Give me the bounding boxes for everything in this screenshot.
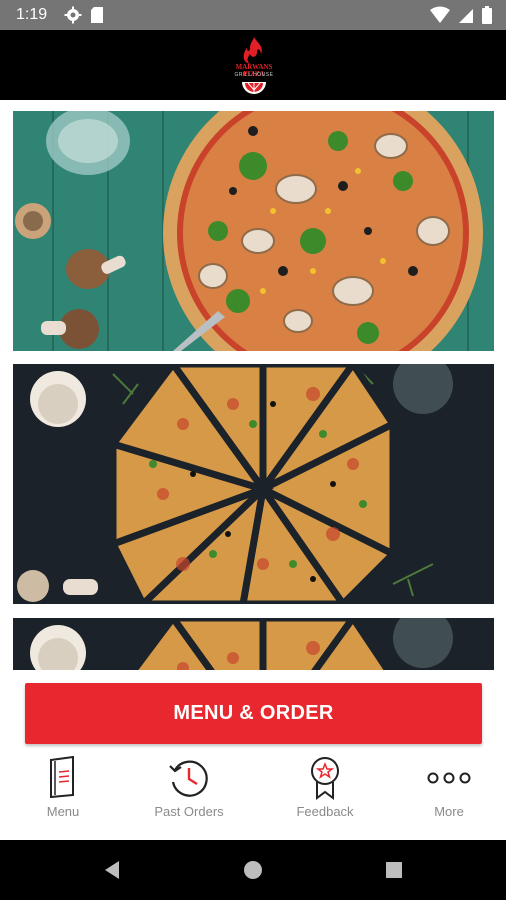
back-icon[interactable] xyxy=(101,859,123,881)
nav-item-more[interactable]: More xyxy=(386,754,506,840)
home-icon[interactable] xyxy=(242,859,264,881)
award-ribbon-icon xyxy=(311,757,339,800)
pizza-photo-sliced[interactable] xyxy=(13,364,494,604)
more-dots-icon xyxy=(427,772,471,784)
pizza-logo-icon xyxy=(242,82,266,94)
app-header: MARWANS PIZZA GRILL HOUSE xyxy=(0,30,506,100)
nav-label-menu: Menu xyxy=(46,804,80,819)
wifi-icon xyxy=(430,6,450,23)
pizza-photo-vegetables[interactable] xyxy=(13,111,494,351)
history-clock-icon xyxy=(169,760,208,797)
menu-and-order-button[interactable]: MENU & ORDER xyxy=(25,683,482,744)
nav-label-more: More xyxy=(434,804,464,819)
menu-book-icon xyxy=(50,756,74,798)
sd-card-icon xyxy=(91,7,103,23)
gear-icon xyxy=(64,6,82,24)
cta-area: MENU & ORDER xyxy=(0,670,506,754)
status-time: 1:19 xyxy=(16,6,48,23)
cell-signal-icon xyxy=(459,9,473,23)
battery-icon xyxy=(482,6,492,24)
nav-label-past-orders: Past Orders xyxy=(154,804,224,819)
bottom-navigation: Menu Past Orders Feedback More xyxy=(0,754,506,841)
restaurant-logo: MARWANS PIZZA GRILL HOUSE xyxy=(228,36,280,96)
nav-label-feedback: Feedback xyxy=(296,804,354,819)
logo-tagline: GRILL HOUSE xyxy=(234,72,274,78)
nav-item-feedback[interactable]: Feedback xyxy=(262,754,388,840)
pizza-image-feed[interactable] xyxy=(0,100,506,670)
system-navigation-bar xyxy=(0,840,506,900)
status-bar: 1:19 xyxy=(0,0,506,30)
flame-icon xyxy=(243,37,262,64)
nav-item-menu[interactable]: Menu xyxy=(0,754,126,840)
recents-icon[interactable] xyxy=(384,860,404,880)
pizza-photo-sliced-partial[interactable] xyxy=(13,618,494,670)
nav-item-past-orders[interactable]: Past Orders xyxy=(126,754,252,840)
